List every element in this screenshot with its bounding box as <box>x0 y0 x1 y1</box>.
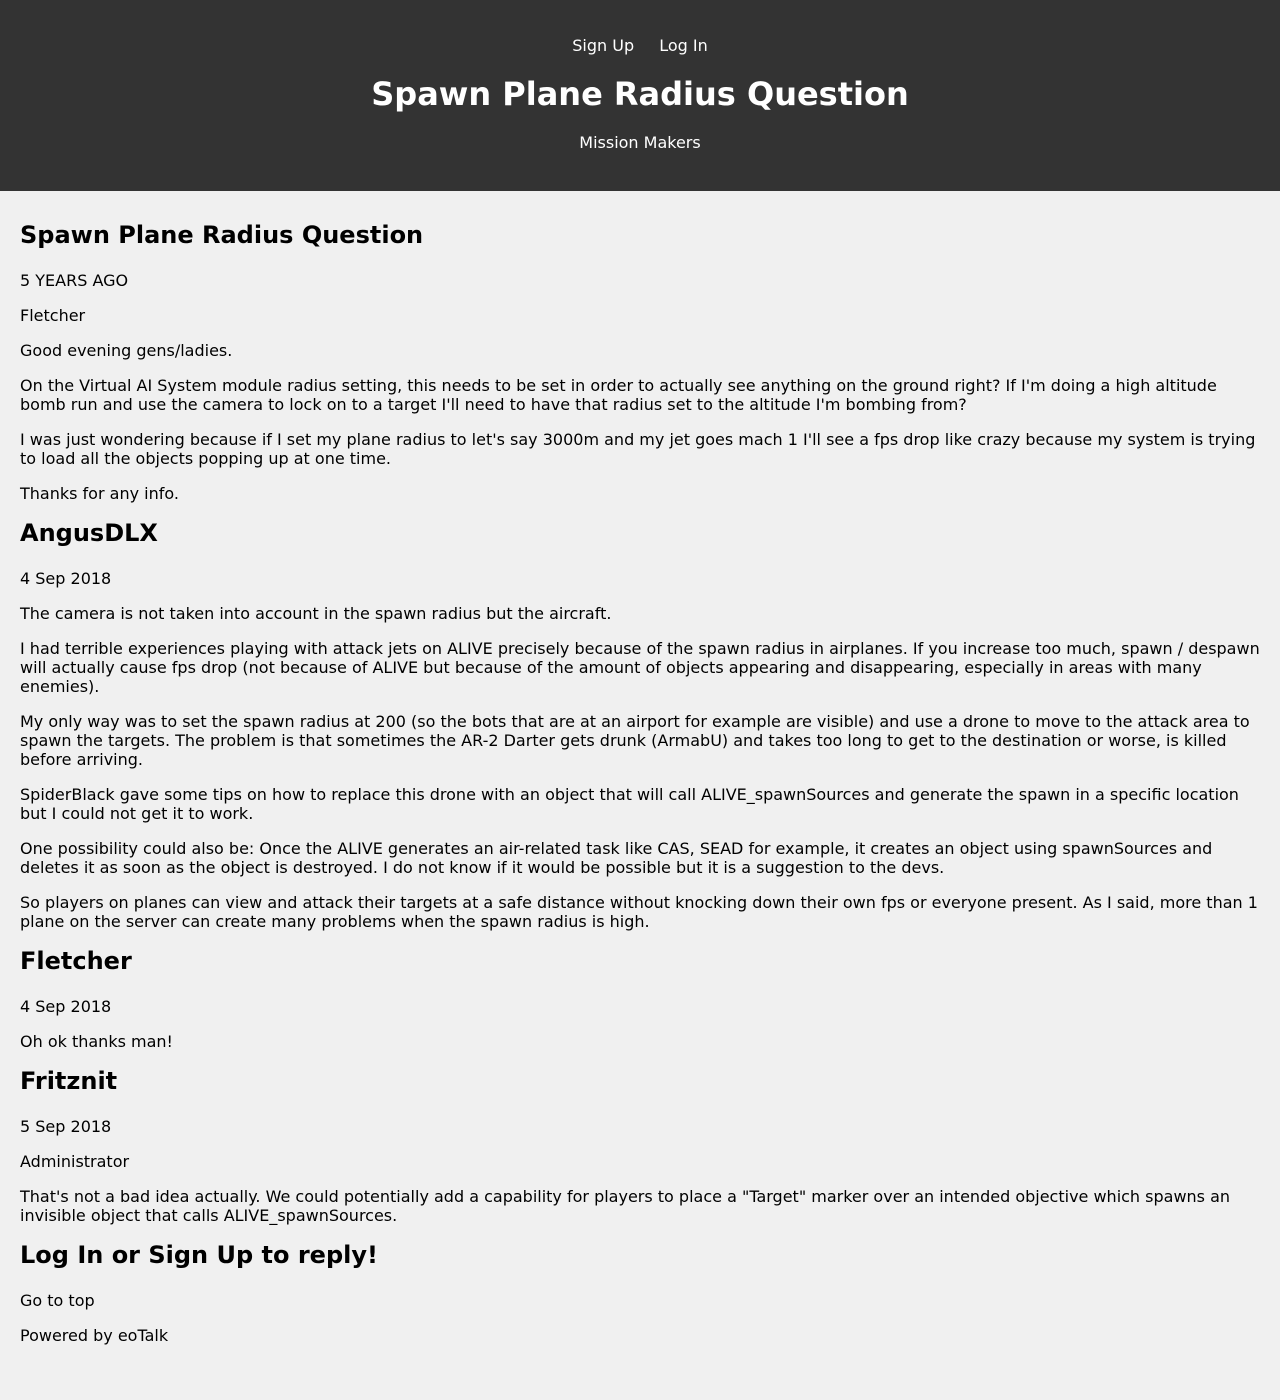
post-author-heading[interactable]: AngusDLX <box>20 519 1260 547</box>
post-date: 4 Sep 2018 <box>20 997 112 1016</box>
signup-link[interactable]: Sign Up <box>572 36 634 55</box>
thread-title: Spawn Plane Radius Question <box>20 221 424 249</box>
login-link[interactable]: Log In <box>659 36 708 55</box>
post-paragraph: So players on planes can view and attack… <box>20 893 1258 931</box>
post-date: 5 Sep 2018 <box>20 1117 112 1136</box>
reply-post: Fritznit 5 Sep 2018 Administrator That's… <box>20 1067 1260 1225</box>
site-title: Spawn Plane Radius Question <box>371 75 909 113</box>
post-paragraph: SpiderBlack gave some tips on how to rep… <box>20 785 1239 823</box>
post-paragraph: The camera is not taken into account in … <box>20 604 612 623</box>
reply-prompt[interactable]: Log In or Sign Up to reply! <box>20 1241 1260 1269</box>
post-paragraph: I was just wondering because if I set my… <box>20 430 1256 468</box>
conversation: Spawn Plane Radius Question 5 YEARS AGO … <box>0 191 1280 1345</box>
post-paragraph: My only way was to set the spawn radius … <box>20 712 1250 769</box>
post-time: 5 YEARS AGO <box>20 271 129 290</box>
post-paragraph: Thanks for any info. <box>20 484 179 503</box>
channel-link[interactable]: Mission Makers <box>579 133 700 152</box>
post-author-heading[interactable]: Fletcher <box>20 947 1260 975</box>
post-date: 4 Sep 2018 <box>20 569 112 588</box>
post-paragraph: That's not a bad idea actually. We could… <box>20 1187 1231 1225</box>
reply-post: AngusDLX 4 Sep 2018 The camera is not ta… <box>20 519 1260 931</box>
post-paragraph: On the Virtual AI System module radius s… <box>20 376 1217 414</box>
post-author[interactable]: Fletcher <box>20 306 1260 325</box>
channel-breadcrumb: Mission Makers <box>0 132 1280 153</box>
powered-by: Powered by eoTalk <box>20 1326 169 1345</box>
top-nav: Sign Up Log In <box>0 0 1280 56</box>
thread-start-post: Spawn Plane Radius Question 5 YEARS AGO … <box>20 221 1260 503</box>
go-to-top-link[interactable]: Go to top <box>20 1291 95 1310</box>
post-paragraph: Good evening gens/ladies. <box>20 341 233 360</box>
post-paragraph: Oh ok thanks man! <box>20 1032 173 1051</box>
reply-post: Fletcher 4 Sep 2018 Oh ok thanks man! <box>20 947 1260 1051</box>
post-author-heading[interactable]: Fritznit <box>20 1067 1260 1095</box>
site-header: Sign Up Log In Spawn Plane Radius Questi… <box>0 0 1280 191</box>
author-role-badge: Administrator <box>20 1152 130 1171</box>
post-paragraph: One possibility could also be: Once the … <box>20 839 1213 877</box>
post-paragraph: I had terrible experiences playing with … <box>20 639 1260 696</box>
